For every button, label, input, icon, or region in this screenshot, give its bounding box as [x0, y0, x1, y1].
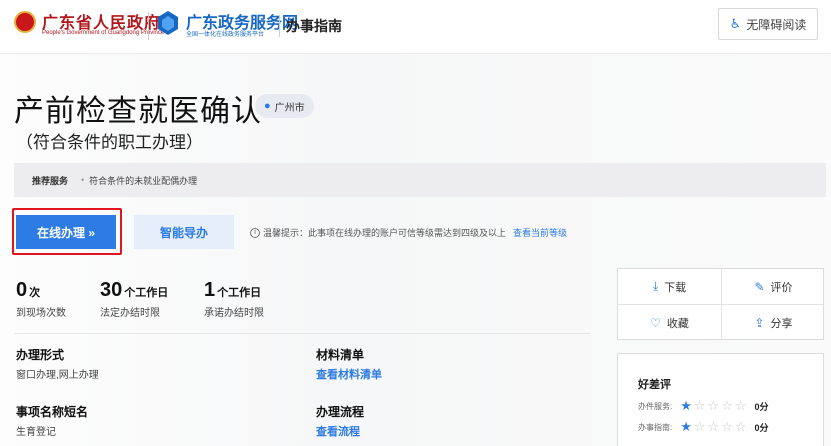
stat-promised-limit: 1 个工作日 承诺办结时限: [204, 279, 264, 319]
info-title: 事项名称短名: [16, 405, 89, 419]
recommended-service-link[interactable]: 符合条件的未就业配偶办理: [89, 174, 197, 187]
share-label: 分享: [770, 317, 793, 330]
rating-row-service: 办件服务: ★☆☆☆☆ 0分: [638, 398, 769, 414]
rating-label: 办事指南:: [638, 422, 673, 432]
stat-label: 法定办结时限: [100, 308, 160, 319]
info-value: 生育登记: [16, 427, 56, 438]
stat-label: 到现场次数: [16, 308, 66, 319]
gov-emblem-icon[interactable]: [14, 11, 36, 33]
location-pin-icon: ●: [264, 100, 271, 112]
header-divider: [148, 12, 149, 40]
tip-text: 温馨提示：此事项在线办理的账户可信等级需达到四级及以上: [263, 228, 507, 238]
rating-score: 0分: [754, 422, 769, 433]
info-process: 办理流程 查看流程: [316, 403, 364, 439]
accessibility-label: 无障碍阅读: [746, 17, 807, 32]
favorite-button[interactable]: ♡ 收藏: [618, 305, 721, 340]
panel-divider: [618, 304, 823, 305]
star-icon: ★: [680, 398, 694, 413]
stat-unit: 个工作日: [217, 287, 262, 299]
accessibility-button[interactable]: ♿ 无障碍阅读: [718, 8, 818, 40]
edit-icon: ✎: [754, 279, 765, 294]
section-divider: [14, 333, 590, 334]
info-value: 窗口办理,网上办理: [16, 370, 99, 381]
recommended-service-bar: 推荐服务 • 符合条件的未就业配偶办理: [14, 163, 826, 197]
page-title: 产前检查就医确认: [14, 95, 262, 128]
stat-number: 1: [204, 279, 216, 301]
heart-icon: ♡: [650, 315, 661, 330]
review-button[interactable]: ✎ 评价: [722, 269, 825, 304]
info-title: 办理流程: [316, 405, 365, 419]
stat-number: 30: [100, 279, 123, 301]
download-label: 下载: [664, 281, 687, 294]
info-materials: 材料清单 查看材料清单: [316, 346, 382, 382]
check-level-link[interactable]: 查看当前等级: [513, 226, 567, 239]
highlight-box: [12, 208, 122, 255]
portal-logo-icon[interactable]: [156, 10, 180, 36]
rating-title: 好差评: [638, 379, 671, 391]
info-icon: i: [250, 227, 260, 238]
info-short-name: 事项名称短名 生育登记: [16, 403, 88, 438]
gov-subtitle: People's Government of Guangdong Provinc…: [42, 30, 165, 36]
accessibility-icon: ♿: [729, 16, 742, 31]
stat-legal-limit: 30 个工作日 法定办结时限: [100, 279, 168, 319]
tip-notice: i 温馨提示：此事项在线办理的账户可信等级需达到四级及以上 查看当前等级: [250, 226, 567, 239]
share-button[interactable]: ⇪ 分享: [722, 305, 825, 340]
stat-unit: 个工作日: [124, 287, 169, 299]
stat-number: 0: [16, 279, 28, 301]
action-panel: ⤓ 下载 ✎ 评价 ♡ 收藏 ⇪ 分享: [617, 268, 824, 340]
city-label: 广州市: [274, 102, 305, 114]
smart-guide-button[interactable]: 智能导办: [134, 215, 234, 249]
materials-link[interactable]: 查看材料清单: [316, 366, 382, 382]
star-rating[interactable]: ★☆☆☆☆: [680, 419, 748, 435]
info-title: 办理形式: [16, 348, 65, 362]
page-subtitle: （符合条件的职工办理）: [16, 133, 203, 152]
section-title: 办事指南: [286, 18, 342, 34]
rating-row-guide: 办事指南: ★☆☆☆☆ 0分: [638, 419, 769, 435]
portal-subtitle: 全国一体化在线政务服务平台: [186, 32, 265, 38]
info-title: 材料清单: [316, 348, 365, 362]
site-header: 广东省人民政府 People's Government of Guangdong…: [0, 0, 831, 54]
stat-unit: 次: [29, 287, 41, 299]
star-icon: ★: [680, 419, 694, 434]
review-label: 评价: [770, 281, 793, 294]
rating-label: 办件服务:: [638, 401, 673, 411]
city-tag[interactable]: ● 广州市: [255, 94, 314, 118]
header-divider: [279, 15, 280, 37]
stat-label: 承诺办结时限: [204, 308, 264, 319]
star-icon: ☆☆☆☆: [693, 419, 749, 434]
download-icon: ⤓: [652, 279, 659, 293]
info-handling-mode: 办理形式 窗口办理,网上办理: [16, 346, 99, 381]
star-rating[interactable]: ★☆☆☆☆: [680, 398, 748, 414]
rating-panel: 好差评 办件服务: ★☆☆☆☆ 0分 办事指南: ★☆☆☆☆ 0分: [617, 353, 824, 446]
share-icon: ⇪: [754, 315, 765, 330]
service-bar-label: 推荐服务: [32, 175, 69, 186]
stat-visits: 0次 到现场次数: [16, 279, 66, 319]
rating-score: 0分: [754, 401, 769, 412]
favorite-label: 收藏: [666, 317, 689, 330]
process-link[interactable]: 查看流程: [316, 423, 364, 439]
download-button[interactable]: ⤓ 下载: [618, 269, 721, 304]
bullet-icon: •: [81, 175, 85, 185]
star-icon: ☆☆☆☆: [693, 398, 749, 413]
